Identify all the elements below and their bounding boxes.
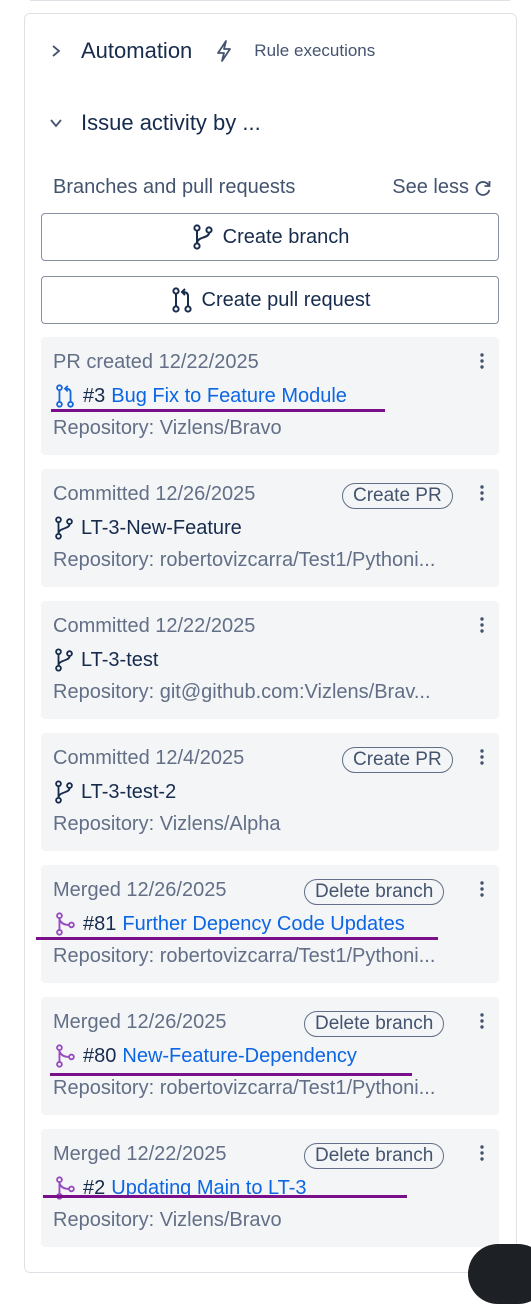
automation-title: Automation — [81, 38, 193, 63]
more-options-icon[interactable] — [479, 747, 485, 767]
create-pull-request-button[interactable]: Create pull request — [41, 276, 499, 324]
annotation-underline — [51, 409, 385, 412]
pr-title-link[interactable]: Further Depency Code Updates — [122, 913, 404, 936]
branch-icon — [55, 780, 73, 804]
card-repository: Repository: Vizlens/Bravo — [53, 417, 282, 439]
card-repository: Repository: robertovizcarra/Test1/Python… — [53, 1077, 436, 1099]
card-status: Merged 12/22/2025 — [53, 1143, 227, 1165]
development-header: Branches and pull requests See less — [53, 176, 493, 199]
card-title-row: #80 New-Feature-Dependency — [53, 1044, 357, 1068]
card-repository: Repository: git@github.com:Vizlens/Brav.… — [53, 681, 431, 703]
card-title-row: LT-3-test-2 — [53, 780, 176, 804]
card-status: PR created 12/22/2025 — [53, 351, 259, 373]
automation-section-header[interactable]: Automation Rule executions — [49, 38, 375, 64]
pull-request-card: PR created 12/22/2025 #3 Bug Fix to Feat… — [41, 337, 499, 455]
pr-title-link[interactable]: Bug Fix to Feature Module — [111, 385, 347, 408]
card-title-row: #3 Bug Fix to Feature Module — [53, 384, 347, 408]
branch-name[interactable]: LT-3-test — [81, 649, 158, 672]
more-options-icon[interactable] — [479, 483, 485, 503]
merged-icon — [56, 912, 75, 936]
card-repository: Repository: robertovizcarra/Test1/Python… — [53, 549, 436, 571]
branch-card: Committed 12/26/2025 Create PR LT-3-New-… — [41, 469, 499, 587]
branch-name[interactable]: LT-3-test-2 — [81, 781, 176, 804]
delete-branch-button[interactable]: Delete branch — [304, 879, 445, 905]
pull-request-icon — [56, 384, 74, 408]
merged-pr-card: Merged 12/26/2025 Delete branch #81 Furt… — [41, 865, 499, 983]
more-options-icon[interactable] — [479, 1011, 485, 1031]
create-branch-label: Create branch — [222, 225, 350, 248]
top-divider — [30, 0, 510, 1]
pr-number: #81 — [83, 912, 117, 935]
merged-pr-card: Merged 12/22/2025 Delete branch #2 Updat… — [41, 1129, 499, 1247]
branches-prs-title: Branches and pull requests — [53, 176, 296, 198]
pr-number: #3 — [83, 384, 106, 407]
card-title-row: #81 Further Depency Code Updates — [53, 912, 405, 936]
branch-icon — [55, 516, 73, 540]
branch-name[interactable]: LT-3-New-Feature — [81, 517, 242, 540]
branch-icon — [55, 648, 73, 672]
delete-branch-button[interactable]: Delete branch — [304, 1143, 445, 1169]
annotation-underline — [50, 1073, 412, 1076]
more-options-icon[interactable] — [479, 1143, 485, 1163]
annotation-underline — [43, 1195, 407, 1198]
floating-action-button[interactable] — [468, 1244, 531, 1304]
branch-card: Committed 12/22/2025 LT-3-test Repositor… — [41, 601, 499, 719]
create-pr-button[interactable]: Create PR — [342, 747, 453, 773]
card-status: Committed 12/26/2025 — [53, 483, 256, 505]
create-pull-request-label: Create pull request — [201, 288, 371, 311]
card-repository: Repository: Vizlens/Bravo — [53, 1209, 282, 1231]
pr-number: #80 — [83, 1044, 117, 1067]
chevron-right-icon — [52, 45, 61, 57]
chevron-down-icon — [50, 119, 62, 128]
see-less-button[interactable]: See less — [392, 176, 493, 199]
more-options-icon[interactable] — [479, 351, 485, 371]
issue-activity-title: Issue activity by ... — [81, 110, 261, 135]
see-less-label: See less — [392, 176, 469, 198]
refresh-icon[interactable] — [473, 178, 493, 198]
branch-card: Committed 12/4/2025 Create PR LT-3-test-… — [41, 733, 499, 851]
card-status: Committed 12/4/2025 — [53, 747, 245, 769]
details-panel: Automation Rule executions Issue activit… — [24, 13, 517, 1273]
branch-icon — [193, 224, 213, 250]
create-branch-button[interactable]: Create branch — [41, 213, 499, 261]
card-title-row: LT-3-New-Feature — [53, 516, 242, 540]
card-repository: Repository: Vizlens/Alpha — [53, 813, 281, 835]
card-status: Merged 12/26/2025 — [53, 879, 227, 901]
delete-branch-button[interactable]: Delete branch — [304, 1011, 445, 1037]
more-options-icon[interactable] — [479, 615, 485, 635]
more-options-icon[interactable] — [479, 879, 485, 899]
card-title-row: LT-3-test — [53, 648, 158, 672]
merged-pr-card: Merged 12/26/2025 Delete branch #80 New-… — [41, 997, 499, 1115]
annotation-underline — [36, 937, 438, 940]
lightning-icon — [217, 40, 232, 62]
card-repository: Repository: robertovizcarra/Test1/Python… — [53, 945, 436, 967]
rule-executions-link[interactable]: Rule executions — [254, 41, 375, 61]
create-pr-button[interactable]: Create PR — [342, 483, 453, 509]
card-status: Merged 12/26/2025 — [53, 1011, 227, 1033]
pr-title-link[interactable]: New-Feature-Dependency — [122, 1045, 357, 1068]
issue-activity-section-header[interactable]: Issue activity by ... — [49, 110, 261, 136]
card-status: Committed 12/22/2025 — [53, 615, 256, 637]
pull-request-icon — [171, 287, 192, 313]
merged-icon — [56, 1044, 75, 1068]
